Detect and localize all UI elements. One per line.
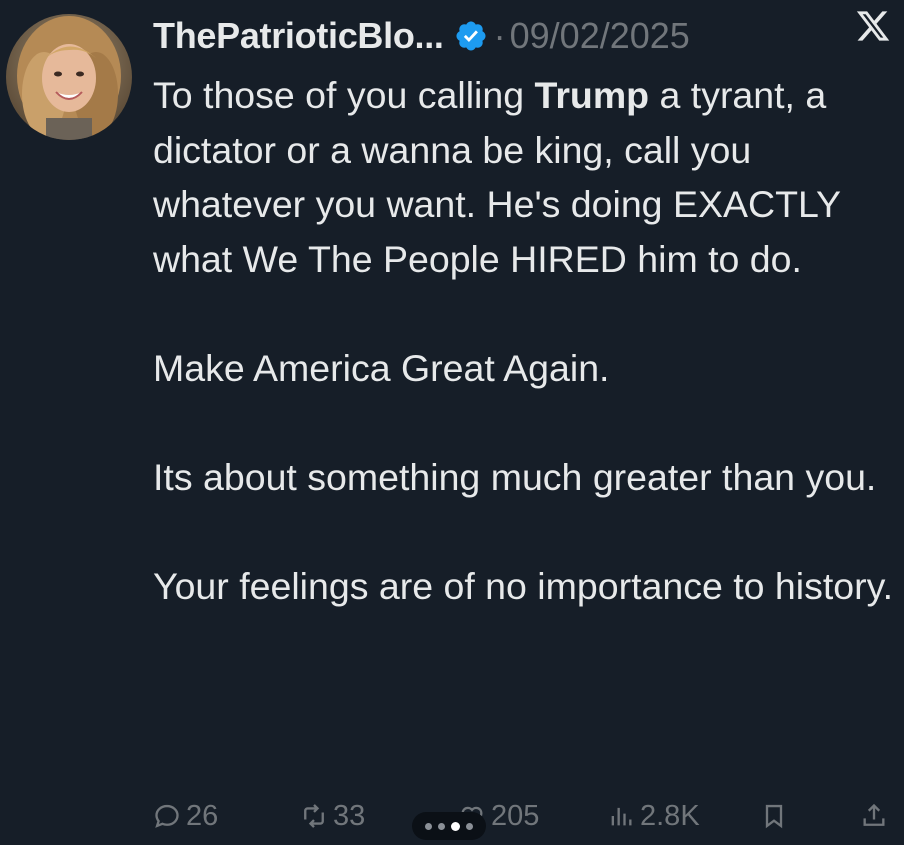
carousel-dot-active[interactable] (451, 821, 460, 831)
view-count: 2.8K (640, 799, 700, 832)
carousel-dot[interactable] (466, 822, 473, 830)
tweet-header: ThePatrioticBlo... · 09/02/2025 (153, 10, 893, 62)
views-button[interactable]: 2.8K (607, 792, 700, 840)
bold-mention: Trump (534, 74, 650, 116)
verified-badge-icon (454, 19, 488, 53)
tweet-paragraph-2: Make America Great Again. (153, 346, 610, 389)
reply-count: 26 (186, 799, 219, 832)
carousel-dot[interactable] (438, 822, 445, 830)
share-button[interactable] (860, 792, 893, 840)
tweet-paragraph-3: Its about something much greater than yo… (153, 455, 877, 498)
display-name[interactable]: ThePatrioticBlo... (153, 15, 444, 57)
text-run: To those of you calling (153, 74, 535, 116)
separator-dot: · (493, 15, 506, 56)
repost-button[interactable]: 33 (300, 792, 365, 840)
x-logo-icon[interactable] (854, 8, 892, 44)
views-icon (611, 807, 632, 826)
repost-count: 33 (333, 799, 366, 832)
reply-icon (155, 804, 179, 828)
tweet-text: To those of you calling Trump a tyrant, … (153, 68, 898, 613)
share-icon (863, 803, 885, 826)
carousel-dot[interactable] (425, 822, 432, 830)
tweet-paragraph-1: To those of you calling Trump a tyrant, … (153, 68, 898, 286)
carousel-indicator[interactable] (412, 812, 486, 840)
tweet-paragraph-4: Your feelings are of no importance to hi… (153, 564, 894, 607)
reply-button[interactable]: 26 (153, 792, 218, 840)
tweet-date[interactable]: 09/02/2025 (510, 15, 690, 57)
avatar[interactable] (6, 14, 132, 140)
repost-icon (304, 804, 324, 828)
like-count: 205 (491, 799, 540, 832)
bookmark-icon (765, 804, 783, 829)
bookmark-button[interactable] (760, 792, 793, 840)
